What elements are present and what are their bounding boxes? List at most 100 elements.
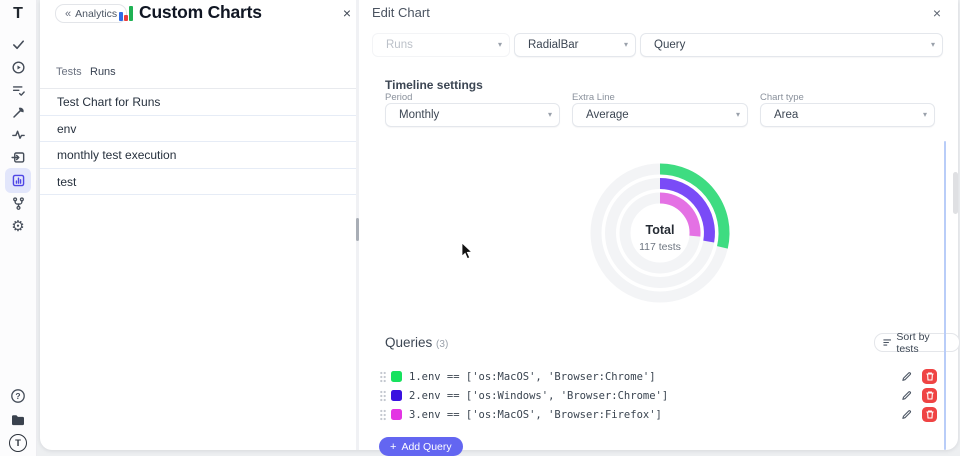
vertical-scrollbar-thumb[interactable] xyxy=(953,172,958,214)
back-button-label: Analytics xyxy=(75,8,117,20)
check-icon xyxy=(11,37,26,52)
sidebar-item-settings[interactable]: ⚙ xyxy=(8,216,28,236)
chevron-down-icon: ▾ xyxy=(923,104,927,126)
query-row: 1.env == ['os:MacOS', 'Browser:Chrome'] xyxy=(379,367,937,386)
tab-tests[interactable]: Tests xyxy=(56,66,82,78)
app-sidebar: T ⚙ ? T xyxy=(0,0,37,456)
chart-kind-select-value: RadialBar xyxy=(528,39,579,51)
chevron-down-icon: ▾ xyxy=(624,34,628,56)
edit-query-button[interactable] xyxy=(899,389,913,403)
chart-type-label: Chart type xyxy=(760,92,804,103)
activity-pulse-icon xyxy=(11,127,26,142)
chart-list-item[interactable]: test xyxy=(40,169,356,196)
sort-button-label: Sort by tests xyxy=(896,331,951,355)
list-check-icon xyxy=(11,83,26,98)
queries-count: (3) xyxy=(436,339,448,350)
panel-resize-handle[interactable] xyxy=(356,218,359,241)
help-icon: ? xyxy=(10,388,26,404)
query-row: 3.env == ['os:MacOS', 'Browser:Firefox'] xyxy=(379,405,937,424)
queries-heading-text: Queries xyxy=(385,335,432,350)
sidebar-item-profile[interactable]: T xyxy=(8,433,28,453)
edit-query-button[interactable] xyxy=(899,408,913,422)
sidebar-item-test-runs[interactable] xyxy=(8,57,28,77)
sidebar-item-test-plans[interactable] xyxy=(8,80,28,100)
query-color-swatch xyxy=(391,371,402,382)
sidebar-item-custom-charts[interactable] xyxy=(8,170,28,190)
sidebar-item-test-cases[interactable] xyxy=(8,34,28,54)
folder-icon xyxy=(10,412,26,428)
trash-icon xyxy=(926,372,934,381)
gear-icon: ⚙ xyxy=(11,219,24,234)
extra-line-label: Extra Line xyxy=(572,92,615,103)
source-select: Runs ▾ xyxy=(372,33,510,57)
query-text: 3.env == ['os:MacOS', 'Browser:Firefox'] xyxy=(409,409,899,421)
custom-charts-icon xyxy=(11,173,26,188)
drag-handle-icon[interactable] xyxy=(379,371,387,383)
extra-line-select-value: Average xyxy=(586,109,629,121)
chevron-down-icon: ▾ xyxy=(931,34,935,56)
sidebar-item-workflows[interactable] xyxy=(8,193,28,213)
extra-line-select[interactable]: Average ▾ xyxy=(572,103,748,127)
period-select-value: Monthly xyxy=(399,109,439,121)
fork-icon xyxy=(11,196,26,211)
edit-query-button[interactable] xyxy=(899,370,913,384)
pencil-icon xyxy=(901,409,912,420)
pencil-icon xyxy=(901,390,912,401)
delete-query-button[interactable] xyxy=(922,407,937,422)
bar-chart-icon xyxy=(119,5,135,21)
pencil-icon xyxy=(901,371,912,382)
import-box-icon xyxy=(11,150,26,165)
sidebar-item-help[interactable]: ? xyxy=(8,386,28,406)
chevron-down-icon: ▾ xyxy=(498,34,502,56)
chart-list-item[interactable]: Test Chart for Runs xyxy=(40,89,356,116)
wrench-icon xyxy=(11,105,26,120)
run-target-icon xyxy=(11,60,26,75)
add-query-button[interactable]: + Add Query xyxy=(379,437,463,456)
sort-by-tests-button[interactable]: Sort by tests xyxy=(874,333,960,352)
chart-type-select-value: Area xyxy=(774,109,798,121)
panel-scroll-indicator xyxy=(944,141,946,450)
period-select[interactable]: Monthly ▾ xyxy=(385,103,560,127)
mode-select[interactable]: Query ▾ xyxy=(640,33,943,57)
mode-select-value: Query xyxy=(654,39,685,51)
query-text: 2.env == ['os:Windows', 'Browser:Chrome'… xyxy=(409,390,899,402)
sort-icon xyxy=(883,338,891,347)
chevron-down-icon: ▾ xyxy=(736,104,740,126)
query-color-swatch xyxy=(391,390,402,401)
close-edit-chart-button[interactable]: × xyxy=(928,4,946,22)
chart-list-item[interactable]: monthly test execution xyxy=(40,142,356,169)
close-panel-button[interactable]: × xyxy=(338,4,356,22)
chevron-down-icon: ▾ xyxy=(548,104,552,126)
app-logo: T xyxy=(8,4,28,24)
query-text: 1.env == ['os:MacOS', 'Browser:Chrome'] xyxy=(409,371,899,383)
timeline-settings-heading: Timeline settings xyxy=(385,78,483,92)
sidebar-item-projects[interactable] xyxy=(8,410,28,430)
query-row: 2.env == ['os:Windows', 'Browser:Chrome'… xyxy=(379,386,937,405)
chart-type-select[interactable]: Area ▾ xyxy=(760,103,935,127)
back-chevrons-icon: « xyxy=(65,8,71,20)
drag-handle-icon[interactable] xyxy=(379,409,387,421)
drag-handle-icon[interactable] xyxy=(379,390,387,402)
chart-total-label: Total xyxy=(600,223,720,237)
query-color-swatch xyxy=(391,409,402,420)
edit-chart-title: Edit Chart xyxy=(372,5,430,20)
sidebar-item-configurations[interactable] xyxy=(8,102,28,122)
queries-heading: Queries (3) xyxy=(385,335,448,350)
chart-kind-select[interactable]: RadialBar ▾ xyxy=(514,33,636,57)
tab-runs[interactable]: Runs xyxy=(90,66,116,78)
delete-query-button[interactable] xyxy=(922,388,937,403)
page-title: Custom Charts xyxy=(139,1,262,24)
back-to-analytics-button[interactable]: « Analytics xyxy=(55,4,127,23)
add-query-label: Add Query xyxy=(401,441,451,453)
source-select-value: Runs xyxy=(386,39,413,51)
sidebar-item-requirements[interactable] xyxy=(8,147,28,167)
plus-icon: + xyxy=(390,441,396,453)
trash-icon xyxy=(926,391,934,400)
svg-text:?: ? xyxy=(15,391,20,401)
avatar: T xyxy=(9,434,27,452)
delete-query-button[interactable] xyxy=(922,369,937,384)
chart-total-value: 117 tests xyxy=(600,241,720,253)
sidebar-item-milestones[interactable] xyxy=(8,124,28,144)
period-label: Period xyxy=(385,92,412,103)
chart-list-item[interactable]: env xyxy=(40,116,356,143)
